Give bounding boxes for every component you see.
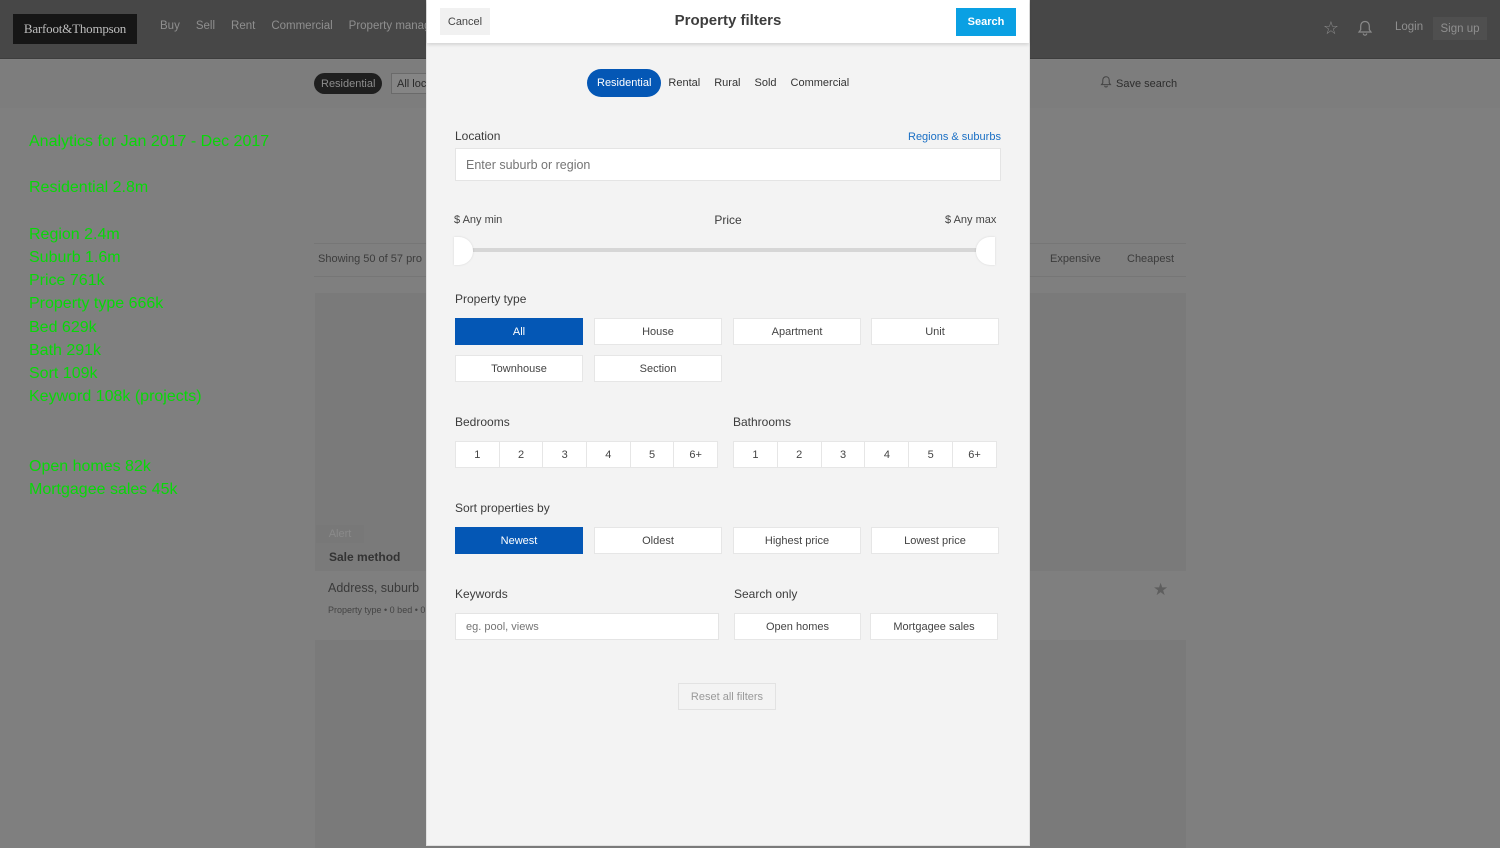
category-pill[interactable]: Residential <box>314 73 383 94</box>
sort-cheapest[interactable]: Cheapest <box>1127 253 1174 265</box>
search-button[interactable]: Search <box>956 8 1016 36</box>
save-search-button[interactable]: Save search <box>1100 75 1177 92</box>
tab-commercial[interactable]: Commercial <box>784 69 857 97</box>
analytics-title: Analytics for Jan 2017 - Dec 2017 <box>29 133 270 150</box>
analytics-item: Bed 629k <box>29 318 97 336</box>
alert-tag: Alert <box>316 525 364 543</box>
bedrooms-option[interactable]: 5 <box>631 442 675 467</box>
property-type-unit[interactable]: Unit <box>871 318 999 345</box>
bedrooms-option[interactable]: 1 <box>456 442 500 467</box>
analytics-item: Region 2.4m <box>29 225 120 243</box>
nav-commercial[interactable]: Commercial <box>271 20 332 32</box>
property-type-apartment[interactable]: Apartment <box>733 318 861 345</box>
location-input[interactable] <box>455 148 1001 181</box>
analytics-item: Price 761k <box>29 272 105 290</box>
bathrooms-option[interactable]: 5 <box>909 442 954 467</box>
analytics-item: Sort 109k <box>29 365 98 382</box>
analytics-overlay: Analytics for Jan 2017 - Dec 2017 Reside… <box>29 130 269 501</box>
listing-meta: Property type • 0 bed • 0 <box>328 605 426 615</box>
bathrooms-option[interactable]: 3 <box>822 442 866 467</box>
bedrooms-option[interactable]: 3 <box>543 442 588 467</box>
results-count: Showing 50 of 57 pro <box>318 253 422 265</box>
bedrooms-option[interactable]: 4 <box>587 442 631 467</box>
login-link[interactable]: Login <box>1395 21 1423 33</box>
notifications-bell-icon[interactable] <box>1350 20 1380 42</box>
property-type-section[interactable]: Section <box>594 355 722 382</box>
reset-filters-button[interactable]: Reset all filters <box>678 683 776 710</box>
save-search-label: Save search <box>1116 77 1178 90</box>
bathrooms-selector: 1 2 3 4 5 6+ <box>733 441 997 468</box>
sale-method: Sale method <box>329 550 401 564</box>
tab-residential[interactable]: Residential <box>587 69 662 97</box>
property-type-townhouse[interactable]: Townhouse <box>455 355 583 382</box>
property-type-label: Property type <box>455 292 527 306</box>
nav-buy[interactable]: Buy <box>160 20 180 32</box>
brand-logo[interactable]: Barfoot&Thompson <box>13 14 137 44</box>
property-filters-modal: Cancel Property filters Search Residenti… <box>427 0 1029 845</box>
nav-sell[interactable]: Sell <box>196 20 215 32</box>
analytics-item: Property type 666k <box>29 295 164 313</box>
favourite-star-icon[interactable]: ★ <box>1153 580 1168 600</box>
price-slider-track[interactable] <box>467 248 987 252</box>
bedrooms-option[interactable]: 2 <box>500 442 544 467</box>
bathrooms-option[interactable]: 6+ <box>953 442 996 467</box>
analytics-item: Mortgagee sales 45k <box>29 480 178 498</box>
bedrooms-option[interactable]: 6+ <box>674 442 717 467</box>
favourites-star-icon[interactable]: ☆ <box>1316 18 1346 39</box>
sort-lowest-price[interactable]: Lowest price <box>871 527 999 554</box>
tab-rental[interactable]: Rental <box>661 69 707 97</box>
bathrooms-option[interactable]: 2 <box>778 442 822 467</box>
tab-rural[interactable]: Rural <box>707 69 747 97</box>
analytics-item: Keyword 108k (projects) <box>29 388 202 406</box>
search-only-label: Search only <box>734 587 798 601</box>
sort-highest-price[interactable]: Highest price <box>733 527 861 554</box>
mortgagee-sales-toggle[interactable]: Mortgagee sales <box>870 613 998 640</box>
price-max-handle[interactable] <box>976 237 995 265</box>
property-type-all[interactable]: All <box>455 318 583 345</box>
listing-address[interactable]: Address, suburb <box>328 581 419 595</box>
bedrooms-selector: 1 2 3 4 5 6+ <box>455 441 718 468</box>
modal-title: Property filters <box>674 12 782 29</box>
price-label: Price <box>714 213 742 227</box>
sort-newest[interactable]: Newest <box>455 527 583 554</box>
sort-expensive[interactable]: Expensive <box>1050 253 1101 265</box>
nav-rent[interactable]: Rent <box>231 20 255 32</box>
bathrooms-label: Bathrooms <box>733 415 792 429</box>
property-type-house[interactable]: House <box>594 318 722 345</box>
category-tabs: Residential Rental Rural Sold Commercial <box>587 69 856 97</box>
main-nav: Buy Sell Rent Commercial Property manage <box>160 20 437 32</box>
regions-suburbs-link[interactable]: Regions & suburbs <box>908 131 1001 143</box>
bell-icon <box>1100 75 1112 92</box>
analytics-residential: Residential 2.8m <box>29 179 149 197</box>
bedrooms-label: Bedrooms <box>455 415 510 429</box>
location-label: Location <box>455 129 501 143</box>
nav-property-management[interactable]: Property manage <box>349 20 437 32</box>
analytics-item: Open homes 82k <box>29 457 151 475</box>
sort-label: Sort properties by <box>455 501 550 515</box>
open-homes-toggle[interactable]: Open homes <box>734 613 861 640</box>
price-min-handle[interactable] <box>454 237 473 265</box>
modal-header: Cancel Property filters Search <box>427 0 1029 43</box>
keywords-label: Keywords <box>455 587 508 601</box>
bathrooms-option[interactable]: 1 <box>734 442 778 467</box>
tab-sold[interactable]: Sold <box>748 69 784 97</box>
price-max-label[interactable]: $ Any max <box>945 214 996 226</box>
analytics-item: Suburb 1.6m <box>29 248 121 266</box>
signup-button[interactable]: Sign up <box>1433 17 1487 40</box>
sort-oldest[interactable]: Oldest <box>594 527 722 554</box>
analytics-item: Bath 291k <box>29 341 102 359</box>
bathrooms-option[interactable]: 4 <box>865 442 910 467</box>
keywords-input[interactable] <box>455 613 719 640</box>
